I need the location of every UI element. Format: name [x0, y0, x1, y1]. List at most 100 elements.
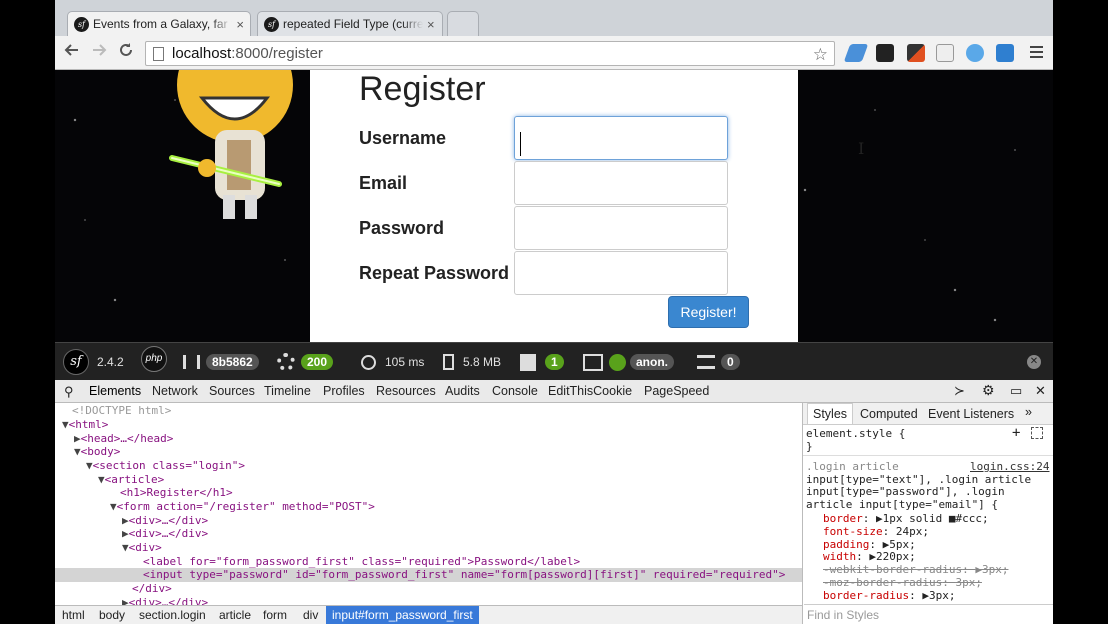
- repeat-password-label: Repeat Password: [359, 263, 510, 283]
- tab-styles[interactable]: Styles: [807, 403, 854, 424]
- rule-selector[interactable]: .login article: [806, 460, 899, 474]
- color-picker-extension-icon[interactable]: [907, 44, 925, 62]
- breadcrumb-article[interactable]: article: [219, 608, 251, 622]
- dom-node-body[interactable]: ▼<body>: [74, 445, 120, 459]
- breadcrumb-html[interactable]: html: [62, 608, 85, 622]
- username-input[interactable]: [514, 116, 728, 160]
- breadcrumb-input[interactable]: input#form_password_first: [326, 606, 479, 624]
- forward-arrow-icon[interactable]: [89, 42, 109, 62]
- add-rule-icon[interactable]: +: [1012, 425, 1020, 441]
- symfony-version[interactable]: 2.4.2: [97, 352, 124, 372]
- element-style-rule[interactable]: element.style {: [806, 427, 905, 441]
- dom-node-form[interactable]: ▼<form action="/register" method="POST">: [110, 500, 375, 514]
- drawer-icon[interactable]: ≻: [954, 383, 965, 399]
- css-property[interactable]: font-size: 24px;: [823, 525, 929, 539]
- security[interactable]: anon.: [583, 352, 674, 372]
- email-label: Email: [359, 173, 408, 193]
- css-property[interactable]: border-radius: ▶3px;: [823, 589, 955, 603]
- extension-icon[interactable]: [843, 44, 869, 62]
- tab-sources[interactable]: Sources: [209, 384, 255, 398]
- window-extension-icon[interactable]: [996, 44, 1014, 62]
- breadcrumb-form[interactable]: form: [263, 608, 287, 622]
- bookmark-star-icon[interactable]: ☆: [813, 43, 828, 66]
- logs[interactable]: 1: [520, 352, 564, 372]
- username-label: Username: [359, 128, 447, 148]
- globe-extension-icon[interactable]: [966, 44, 984, 62]
- address-bar[interactable]: localhost:8000/register ☆: [145, 41, 835, 66]
- tab-console[interactable]: Console: [492, 384, 538, 398]
- dom-node-div-close[interactable]: </div>: [132, 582, 172, 596]
- tab-repeated-field-type[interactable]: sf repeated Field Type (current) ×: [257, 11, 443, 36]
- tab-profiles[interactable]: Profiles: [323, 384, 365, 398]
- password-row: Password: [359, 206, 759, 250]
- dom-node-div-open[interactable]: ▼<div>: [122, 541, 162, 555]
- css-property[interactable]: width: ▶220px;: [823, 550, 916, 564]
- dom-node-input-selected[interactable]: <input type="password" id="form_password…: [55, 568, 802, 582]
- symfony-logo-icon[interactable]: sf: [63, 349, 89, 375]
- tab-timeline[interactable]: Timeline: [264, 384, 311, 398]
- screenshot-extension-icon[interactable]: [936, 44, 954, 62]
- breadcrumb-section[interactable]: section.login: [139, 608, 206, 622]
- dom-node-div[interactable]: ▶<div>…</div>: [122, 527, 208, 541]
- new-tab-button[interactable]: [447, 11, 479, 36]
- css-property-overridden[interactable]: -moz-border-radius: 3px;: [823, 576, 982, 590]
- collapsed-triangle-icon: ▶: [122, 527, 129, 540]
- tab-computed[interactable]: Computed: [860, 407, 918, 421]
- memory-value: 5.8 MB: [463, 355, 502, 369]
- tab-events-galaxy[interactable]: sf Events from a Galaxy, far far away ×: [67, 11, 251, 36]
- rule-source-link[interactable]: login.css:24: [970, 460, 1049, 474]
- toggle-state-icon[interactable]: [1031, 427, 1043, 439]
- back-arrow-icon[interactable]: [62, 42, 82, 62]
- dom-node-section[interactable]: ▼<section class="login">: [86, 459, 245, 473]
- status-badge: 200: [301, 354, 334, 370]
- php-icon[interactable]: php: [141, 346, 167, 372]
- menu-icon[interactable]: [1030, 46, 1043, 58]
- close-toolbar-icon[interactable]: ✕: [1027, 355, 1041, 369]
- close-devtools-icon[interactable]: ✕: [1035, 383, 1046, 399]
- dock-icon[interactable]: ▭: [1010, 383, 1022, 399]
- tab-audits[interactable]: Audits: [445, 384, 480, 398]
- expanded-triangle-icon: ▼: [62, 418, 69, 431]
- dom-node-head[interactable]: ▶<head>…</head>: [74, 432, 173, 446]
- close-tab-icon[interactable]: ×: [427, 17, 435, 32]
- dom-node-doctype[interactable]: <!DOCTYPE html>: [72, 404, 171, 418]
- terminal-extension-icon[interactable]: [876, 44, 894, 62]
- reload-icon[interactable]: [116, 42, 136, 62]
- queries-badge: 0: [721, 354, 740, 370]
- rule-selector: article input[type="email"] {: [806, 498, 999, 511]
- email-input[interactable]: [514, 161, 728, 205]
- breadcrumb-body[interactable]: body: [99, 608, 125, 622]
- more-tabs-icon[interactable]: »: [1025, 405, 1032, 419]
- register-button[interactable]: Register!: [668, 296, 749, 328]
- dom-node-html[interactable]: ▼<html>: [62, 418, 108, 432]
- repeat-password-input[interactable]: [514, 251, 728, 295]
- password-input[interactable]: [514, 206, 728, 250]
- dom-node-div[interactable]: ▶<div>…</div>: [122, 596, 208, 605]
- dom-node-div[interactable]: ▶<div>…</div>: [122, 514, 208, 528]
- clipboard-icon: [520, 353, 536, 371]
- gear-icon[interactable]: ⚙: [982, 382, 995, 399]
- find-in-styles-input[interactable]: Find in Styles: [804, 604, 1053, 624]
- memory-usage[interactable]: 5.8 MB: [443, 352, 501, 372]
- tab-editthiscookie[interactable]: EditThisCookie: [548, 384, 632, 398]
- dom-node-article[interactable]: ▼<article>: [98, 473, 164, 487]
- close-tab-icon[interactable]: ×: [236, 17, 244, 32]
- status-code[interactable]: 200: [277, 352, 334, 372]
- css-property[interactable]: border: ▶1px solid ■#ccc;: [823, 512, 989, 526]
- css-property-overridden[interactable]: -webkit-border-radius: ▶3px;: [823, 563, 1008, 577]
- request-token[interactable]: 8b5862: [183, 352, 259, 372]
- dom-node-label[interactable]: <label for="form_password_first" class="…: [143, 555, 580, 569]
- breadcrumb-div[interactable]: div: [303, 608, 318, 622]
- tab-elements[interactable]: Elements: [89, 384, 141, 398]
- timer-icon: [361, 354, 376, 370]
- tab-network[interactable]: Network: [152, 384, 198, 398]
- request-time[interactable]: 105 ms: [361, 352, 424, 372]
- search-icon[interactable]: ⚲: [64, 384, 74, 400]
- db-queries[interactable]: 0: [697, 352, 740, 372]
- tab-event-listeners[interactable]: Event Listeners: [928, 407, 1014, 421]
- dom-node-h1[interactable]: <h1>Register</h1>: [120, 486, 233, 500]
- collapsed-triangle-icon: ▶: [122, 596, 129, 605]
- tab-resources[interactable]: Resources: [376, 384, 436, 398]
- gear-icon: [277, 353, 295, 371]
- tab-pagespeed[interactable]: PageSpeed: [644, 384, 709, 398]
